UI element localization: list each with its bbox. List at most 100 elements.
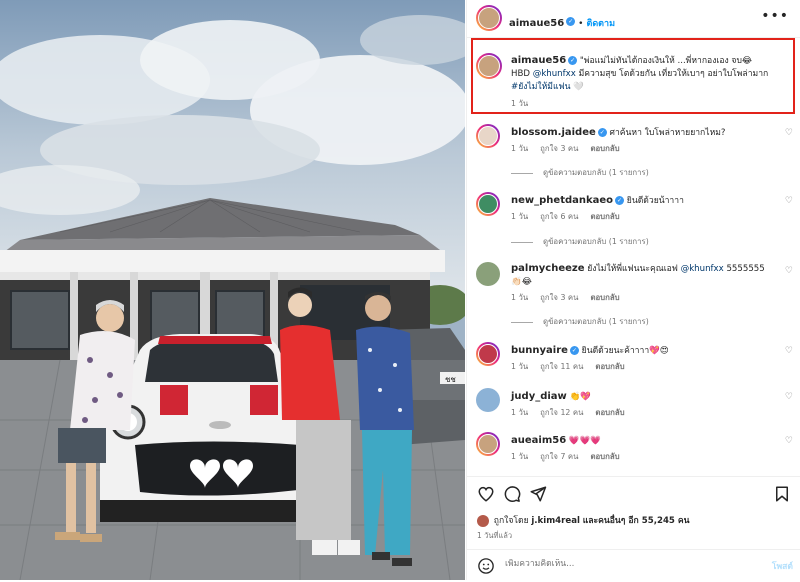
- caption-end-emoji: 🤍: [573, 82, 584, 92]
- view-replies-label: ดูข้อความตอบกลับ (1 รายการ): [543, 168, 649, 177]
- comment-bubble-icon[interactable]: [503, 485, 521, 503]
- post-header: aimaue56 ✓ • ติดตาม •••: [467, 0, 800, 38]
- view-replies-button[interactable]: ดูข้อความตอบกลับ (1 รายการ): [511, 236, 649, 248]
- view-replies-label: ดูข้อความตอบกลับ (1 รายการ): [543, 237, 649, 246]
- post-side-panel: aimaue56 ✓ • ติดตาม ••• aimaue56 ✓ "พ่อแม่ไม…: [466, 0, 800, 580]
- comment-time[interactable]: 1 วัน: [511, 408, 528, 417]
- comment-meta: 1 วัน ถูกใจ 12 คน ตอบกลับ: [511, 407, 637, 419]
- comment-time[interactable]: 1 วัน: [511, 452, 528, 461]
- comment-likes[interactable]: ถูกใจ 3 คน: [540, 144, 578, 153]
- caption-mention-link[interactable]: @khunfxx: [533, 69, 576, 79]
- likes-summary: ถูกใจโดย j.kim4real และคนอื่นๆ อีก 55,24…: [477, 513, 690, 527]
- like-comment-heart-icon[interactable]: ♡: [785, 196, 793, 206]
- comment-username[interactable]: new_phetdankaeo: [511, 195, 613, 206]
- commenter-avatar[interactable]: [476, 342, 500, 366]
- comment-likes[interactable]: ถูกใจ 12 คน: [540, 408, 583, 417]
- commenter-avatar[interactable]: [476, 388, 500, 412]
- emoji-smiley-icon[interactable]: [477, 557, 495, 575]
- like-comment-heart-icon[interactable]: ♡: [785, 128, 793, 138]
- comment-username[interactable]: judy_diaw: [511, 391, 567, 402]
- follow-button[interactable]: ติดตาม: [586, 19, 615, 29]
- comment-time[interactable]: 1 วัน: [511, 212, 528, 221]
- view-replies-button[interactable]: ดูข้อความตอบกลับ (1 รายการ): [511, 167, 649, 179]
- liked-by-prefix: ถูกใจโดย: [493, 516, 529, 526]
- post-date[interactable]: 1 วันที่แล้ว: [477, 530, 512, 542]
- comment-meta: 1 วัน ถูกใจ 11 คน ตอบกลับ: [511, 361, 637, 373]
- reply-button[interactable]: ตอบกลับ: [590, 452, 619, 461]
- view-replies-button[interactable]: ดูข้อความตอบกลับ (1 รายการ): [511, 316, 649, 328]
- view-replies-label: ดูข้อความตอบกลับ (1 รายการ): [543, 317, 649, 326]
- verified-badge-icon: ✓: [615, 196, 625, 205]
- comment-meta: 1 วัน ถูกใจ 3 คน ตอบกลับ: [511, 143, 632, 155]
- comment-body: ยินดีด้วยน้าาาา: [626, 196, 684, 206]
- commenter-avatar[interactable]: [476, 262, 500, 286]
- reply-button[interactable]: ตอบกลับ: [595, 408, 624, 417]
- caption-text-part3: มีความสุข โตด้วยกัน เที่ยวให้เบาๆ อย่าใบ…: [578, 69, 769, 79]
- comment-body: ยังไม่ให้พี่แฟนนะคุณเอฟ: [587, 264, 678, 274]
- commenter-avatar[interactable]: [476, 432, 500, 456]
- comment-likes[interactable]: ถูกใจ 3 คน: [540, 293, 578, 302]
- comment-likes[interactable]: ถูกใจ 7 คน: [540, 452, 578, 461]
- replies-divider-line: [511, 172, 533, 174]
- comment-time[interactable]: 1 วัน: [511, 362, 528, 371]
- commenter-avatar[interactable]: [476, 124, 500, 148]
- comment-text: new_phetdankaeo ✓ ยินดีด้วยน้าาาา: [511, 194, 773, 208]
- like-comment-heart-icon[interactable]: ♡: [785, 436, 793, 446]
- liker-avatar[interactable]: [477, 514, 489, 527]
- caption-meta: 1 วัน: [511, 98, 540, 110]
- commenter-avatar[interactable]: [476, 192, 500, 216]
- verified-badge-icon: ✓: [569, 346, 579, 355]
- photo-illustration: ชช: [0, 0, 465, 580]
- reply-button[interactable]: ตอบกลับ: [590, 144, 619, 153]
- reply-button[interactable]: ตอบกลับ: [590, 212, 619, 221]
- caption-time[interactable]: 1 วัน: [511, 99, 528, 108]
- comment-username[interactable]: blossom.jaidee: [511, 127, 596, 138]
- like-comment-heart-icon[interactable]: ♡: [785, 392, 793, 402]
- comment-username[interactable]: aueaim56: [511, 435, 566, 446]
- caption-avatar[interactable]: [476, 53, 502, 79]
- comment-username[interactable]: palmycheeze: [511, 263, 585, 274]
- header-separator: •: [578, 19, 584, 29]
- reply-button[interactable]: ตอบกลับ: [595, 362, 624, 371]
- like-heart-icon[interactable]: [477, 485, 495, 503]
- comment-time[interactable]: 1 วัน: [511, 144, 528, 153]
- post-photo[interactable]: ชช: [0, 0, 465, 580]
- header-user-line: aimaue56 ✓ • ติดตาม: [509, 11, 615, 30]
- comment-time[interactable]: 1 วัน: [511, 293, 528, 302]
- replies-divider-line: [511, 321, 533, 323]
- comment-meta: 1 วัน ถูกใจ 7 คน ตอบกลับ: [511, 451, 632, 463]
- comment-body: 💗💗💗: [568, 436, 602, 446]
- comment-likes[interactable]: ถูกใจ 6 คน: [540, 212, 578, 221]
- verified-badge-icon: ✓: [566, 17, 576, 26]
- verified-badge-icon: ✓: [568, 56, 578, 65]
- comment-username[interactable]: bunnyaire: [511, 345, 568, 356]
- comment-text: aueaim56 💗💗💗: [511, 434, 773, 448]
- comment-text: bunnyaire ✓ ยินดีด้วยนะค้าาาา💖😍: [511, 344, 773, 358]
- caption-hashtag-link[interactable]: #ยังไม่ให้มีแฟน: [511, 82, 570, 92]
- comment-body: 👏💖: [569, 392, 591, 402]
- verified-badge-icon: ✓: [597, 128, 607, 137]
- comment-item: bunnyaire ✓ ยินดีด้วยนะค้าาาา💖😍 1 วัน ถูกใ…: [467, 342, 800, 376]
- more-options-icon[interactable]: •••: [761, 8, 789, 24]
- post-actions-footer: ถูกใจโดย j.kim4real และคนอื่นๆ อีก 55,24…: [467, 476, 800, 581]
- comment-body: ยินดีด้วยนะค้าาาา💖😍: [581, 346, 669, 356]
- comment-item: palmycheeze ยังไม่ให้พี่แฟนนะคุณเอฟ @khu…: [467, 260, 800, 330]
- post-caption: aimaue56 ✓ "พ่อแม่ไม่ทันได้กองเงินให้ ...…: [467, 45, 800, 115]
- save-bookmark-icon[interactable]: [773, 485, 791, 503]
- share-send-icon[interactable]: [529, 485, 547, 503]
- author-avatar[interactable]: [476, 5, 502, 31]
- post-comment-button[interactable]: โพสต์: [772, 559, 793, 573]
- liked-by-user[interactable]: j.kim4real: [531, 516, 580, 526]
- header-username[interactable]: aimaue56: [509, 18, 564, 29]
- liked-by-suffix[interactable]: และคนอื่นๆ อีก 55,245 คน: [583, 516, 690, 526]
- caption-username[interactable]: aimaue56: [511, 55, 566, 66]
- replies-divider-line: [511, 241, 533, 243]
- like-comment-heart-icon[interactable]: ♡: [785, 346, 793, 356]
- comment-meta: 1 วัน ถูกใจ 3 คน ตอบกลับ: [511, 292, 632, 304]
- comment-mention-link[interactable]: @khunfxx: [681, 264, 724, 274]
- reply-button[interactable]: ตอบกลับ: [590, 293, 619, 302]
- like-comment-heart-icon[interactable]: ♡: [785, 266, 793, 276]
- comment-likes[interactable]: ถูกใจ 11 คน: [540, 362, 583, 371]
- add-comment-input[interactable]: [505, 559, 725, 569]
- add-comment-row: โพสต์: [467, 549, 800, 582]
